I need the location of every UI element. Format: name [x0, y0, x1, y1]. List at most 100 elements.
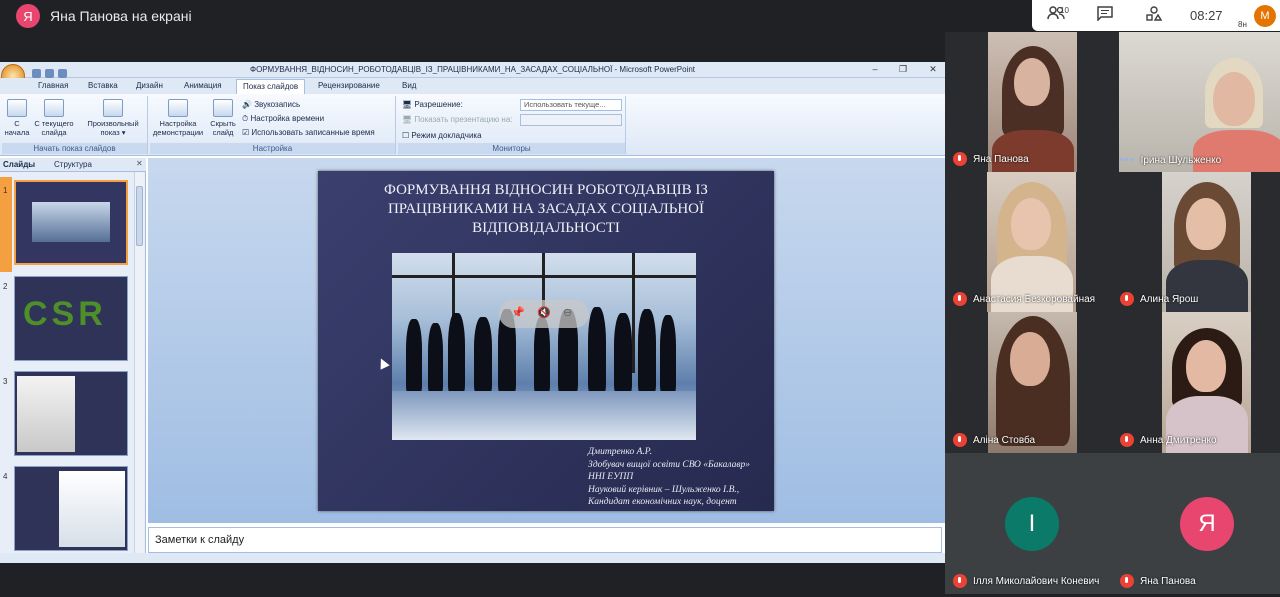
- from-start-button[interactable]: С начала: [4, 99, 30, 137]
- quick-access-toolbar[interactable]: [32, 65, 92, 78]
- participant-name: Аліна Стовба: [973, 434, 1036, 446]
- participant-name: Ірина Шульженко: [1140, 154, 1222, 166]
- tile-overlay-controls[interactable]: 📌 🔇 ⊖: [499, 300, 589, 328]
- show-on-label: 🖥 Показать презентацию на:: [402, 115, 513, 124]
- scrollbar-thumb[interactable]: [136, 186, 143, 246]
- video-feed-face: [1186, 340, 1226, 392]
- participant-tile[interactable]: ••• Ірина Шульженко: [1112, 32, 1280, 172]
- ribbon-group-setup: Настройка демонстрации Скрыть слайд 🔊 Зв…: [150, 96, 396, 154]
- from-current-button[interactable]: С текущего слайда: [32, 99, 76, 137]
- slide-thumb-3[interactable]: [14, 371, 128, 456]
- record-narration-option[interactable]: 🔊 Звукозапись: [242, 100, 300, 109]
- silhouette: [660, 315, 676, 393]
- pin-icon[interactable]: 📌: [511, 306, 525, 319]
- participant-tile[interactable]: Алина Ярош: [1112, 172, 1280, 312]
- save-icon[interactable]: [32, 69, 41, 78]
- slide-thumb-2[interactable]: CSR: [14, 276, 128, 361]
- window-frame: [632, 253, 635, 373]
- slide-thumbnails[interactable]: 1 2 CSR 3 4: [0, 172, 146, 563]
- participant-tile[interactable]: Яна Панова: [945, 32, 1112, 172]
- current-slide[interactable]: ФОРМУВАННЯ ВІДНОСИН РОБОТОДАВЦІВ ІЗ ПРАЦ…: [318, 171, 774, 511]
- tab-view[interactable]: Вид: [402, 81, 416, 90]
- chat-icon[interactable]: [1095, 6, 1115, 26]
- participant-label: Яна Панова: [1120, 574, 1196, 588]
- slideshow-current-icon: [44, 99, 64, 117]
- participant-label: Анастасия Безкоровайная: [953, 292, 1095, 306]
- ppt-window-title: ФОРМУВАННЯ_ВІДНОСИН_РОБОТОДАВЦІВ_ІЗ_ПРАЦ…: [250, 65, 696, 74]
- window-frame: [392, 275, 696, 278]
- tab-design[interactable]: Дизайн: [136, 81, 163, 90]
- clock-sub-label: 8н: [1238, 20, 1247, 29]
- author-line: Дмитренко А.Р.: [588, 447, 653, 457]
- tab-insert[interactable]: Вставка: [88, 81, 118, 90]
- participant-label: ••• Ірина Шульженко: [1120, 154, 1221, 166]
- tab-slides[interactable]: Слайды: [3, 160, 35, 169]
- participant-name: Ілля Миколайович Коневич: [973, 575, 1100, 587]
- activities-icon[interactable]: [1144, 6, 1164, 26]
- ribbon: С начала С текущего слайда Произвольный …: [0, 94, 945, 156]
- custom-show-button[interactable]: Произвольный показ ▾: [82, 99, 144, 137]
- close-icon[interactable]: ✕: [926, 63, 940, 76]
- silhouette: [588, 307, 606, 393]
- ribbon-group-label: Мониторы: [398, 143, 625, 154]
- silhouette: [614, 313, 632, 393]
- rehearse-timings-option[interactable]: ⏱ Настройка времени: [242, 114, 324, 124]
- hide-slide-button[interactable]: Скрыть слайд: [208, 99, 238, 137]
- undo-icon[interactable]: [45, 69, 54, 78]
- show-on-select: [520, 114, 622, 126]
- mic-off-icon: [1120, 292, 1134, 306]
- slide-title: ФОРМУВАННЯ ВІДНОСИН РОБОТОДАВЦІВ ІЗ ПРАЦ…: [384, 182, 708, 236]
- mic-off-icon: [953, 574, 967, 588]
- ribbon-group-label: Начать показ слайдов: [2, 143, 147, 154]
- thumb-photo: [32, 202, 110, 242]
- participant-tile[interactable]: Анна Дмитренко: [1112, 312, 1280, 453]
- self-avatar[interactable]: M: [1254, 5, 1276, 27]
- use-timings-checkbox[interactable]: ☑ Использовать записанные время: [242, 128, 375, 137]
- minimize-icon[interactable]: –: [868, 63, 882, 76]
- resolution-select[interactable]: Использовать текуще...: [520, 99, 622, 111]
- participant-tile[interactable]: Аліна Стовба: [945, 312, 1112, 453]
- video-feed-face: [1186, 198, 1226, 250]
- author-line: Кандидат економічних наук, доцент: [588, 497, 737, 507]
- tab-outline[interactable]: Структура: [54, 160, 92, 169]
- ppt-status-bar: [0, 553, 945, 563]
- participants-count: 10: [1060, 6, 1069, 15]
- video-feed: [988, 32, 1077, 172]
- participant-tile[interactable]: І Ілля Миколайович Коневич: [945, 453, 1112, 594]
- tab-review[interactable]: Рецензирование: [318, 81, 380, 90]
- silhouette: [474, 317, 492, 393]
- video-feed: [988, 312, 1077, 453]
- silhouette: [448, 313, 465, 393]
- slide-photo: 📌 🔇 ⊖: [392, 253, 696, 440]
- participant-name: Яна Панова: [973, 153, 1029, 165]
- participant-tile[interactable]: Анастасия Безкоровайная: [945, 172, 1112, 312]
- tab-home[interactable]: Главная: [38, 81, 68, 90]
- participant-tile[interactable]: Я Яна Панова: [1112, 453, 1280, 594]
- ribbon-tabs: Главная Вставка Дизайн Анимация Показ сл…: [0, 78, 945, 94]
- slide-notes[interactable]: Заметки к слайду: [148, 527, 942, 553]
- slide-thumb-1[interactable]: [14, 180, 128, 265]
- tab-animation[interactable]: Анимация: [184, 81, 222, 90]
- ribbon-group-start-show: С начала С текущего слайда Произвольный …: [2, 96, 148, 154]
- setup-show-button[interactable]: Настройка демонстрации: [152, 99, 204, 137]
- mic-off-icon: [953, 152, 967, 166]
- tab-slideshow[interactable]: Показ слайдов: [236, 79, 306, 94]
- mute-icon[interactable]: 🔇: [537, 306, 551, 319]
- ppt-title-bar: ФОРМУВАННЯ_ВІДНОСИН_РОБОТОДАВЦІВ_ІЗ_ПРАЦ…: [0, 62, 945, 88]
- setup-show-icon: [168, 99, 188, 117]
- redo-icon[interactable]: [58, 69, 67, 78]
- participant-label: Аліна Стовба: [953, 433, 1035, 447]
- author-line: Здобувач вищої освіти СВО «Бакалавр»: [588, 459, 750, 470]
- remove-icon[interactable]: ⊖: [563, 306, 572, 319]
- video-feed-face: [1014, 58, 1050, 106]
- close-pane-icon[interactable]: ✕: [136, 159, 143, 168]
- custom-show-icon: [103, 99, 123, 117]
- presenter-view-checkbox[interactable]: ☐ Режим докладчика: [402, 131, 482, 140]
- participant-avatar: Я: [1180, 497, 1234, 551]
- mic-off-icon: [953, 292, 967, 306]
- slide-thumb-4[interactable]: [14, 466, 128, 551]
- resolution-label: 🖥 Разрешение:: [402, 100, 463, 109]
- restore-icon[interactable]: ❐: [896, 63, 910, 76]
- mic-off-icon: [1120, 574, 1134, 588]
- thumbnails-scrollbar[interactable]: [134, 172, 144, 563]
